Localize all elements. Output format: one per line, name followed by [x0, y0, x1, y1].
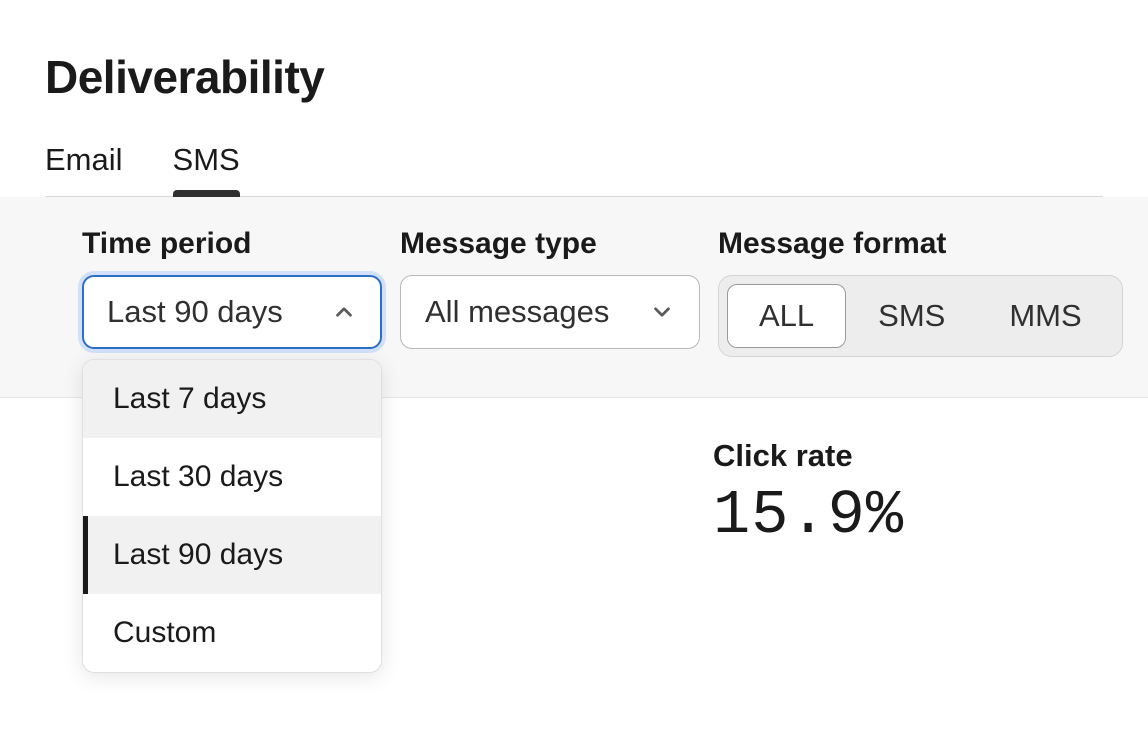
metric-click-rate-label: Click rate	[713, 438, 904, 474]
time-period-option-90days[interactable]: Last 90 days	[83, 516, 381, 594]
tab-email[interactable]: Email	[45, 142, 123, 196]
time-period-filter: Time period Last 90 days Last 7 days Las…	[82, 227, 382, 349]
time-period-menu: Last 7 days Last 30 days Last 90 days Cu…	[82, 359, 382, 673]
metric-click-rate: Click rate 15.9%	[713, 438, 904, 551]
tab-sms[interactable]: SMS	[173, 142, 240, 196]
time-period-option-30days[interactable]: Last 30 days	[83, 438, 381, 516]
time-period-option-custom[interactable]: Custom	[83, 594, 381, 672]
time-period-label: Time period	[82, 227, 382, 261]
segment-mms[interactable]: MMS	[977, 284, 1113, 348]
tabs: Email SMS	[45, 142, 1103, 197]
message-format-filter: Message format ALL SMS MMS	[718, 227, 1123, 357]
message-format-segmented: ALL SMS MMS	[718, 275, 1123, 357]
metric-click-rate-value: 15.9%	[713, 480, 904, 551]
message-type-selected: All messages	[425, 294, 609, 330]
message-type-filter: Message type All messages	[400, 227, 700, 349]
segment-all[interactable]: ALL	[727, 284, 846, 348]
message-type-label: Message type	[400, 227, 700, 261]
time-period-selected: Last 90 days	[107, 294, 283, 330]
time-period-dropdown[interactable]: Last 90 days	[82, 275, 382, 349]
filters-bar: Time period Last 90 days Last 7 days Las…	[0, 197, 1148, 398]
message-type-dropdown[interactable]: All messages	[400, 275, 700, 349]
message-format-label: Message format	[718, 227, 1123, 261]
chevron-down-icon	[649, 299, 675, 325]
chevron-up-icon	[331, 299, 357, 325]
segment-sms[interactable]: SMS	[846, 284, 977, 348]
time-period-option-7days[interactable]: Last 7 days	[83, 360, 381, 438]
page-title: Deliverability	[45, 50, 1103, 104]
